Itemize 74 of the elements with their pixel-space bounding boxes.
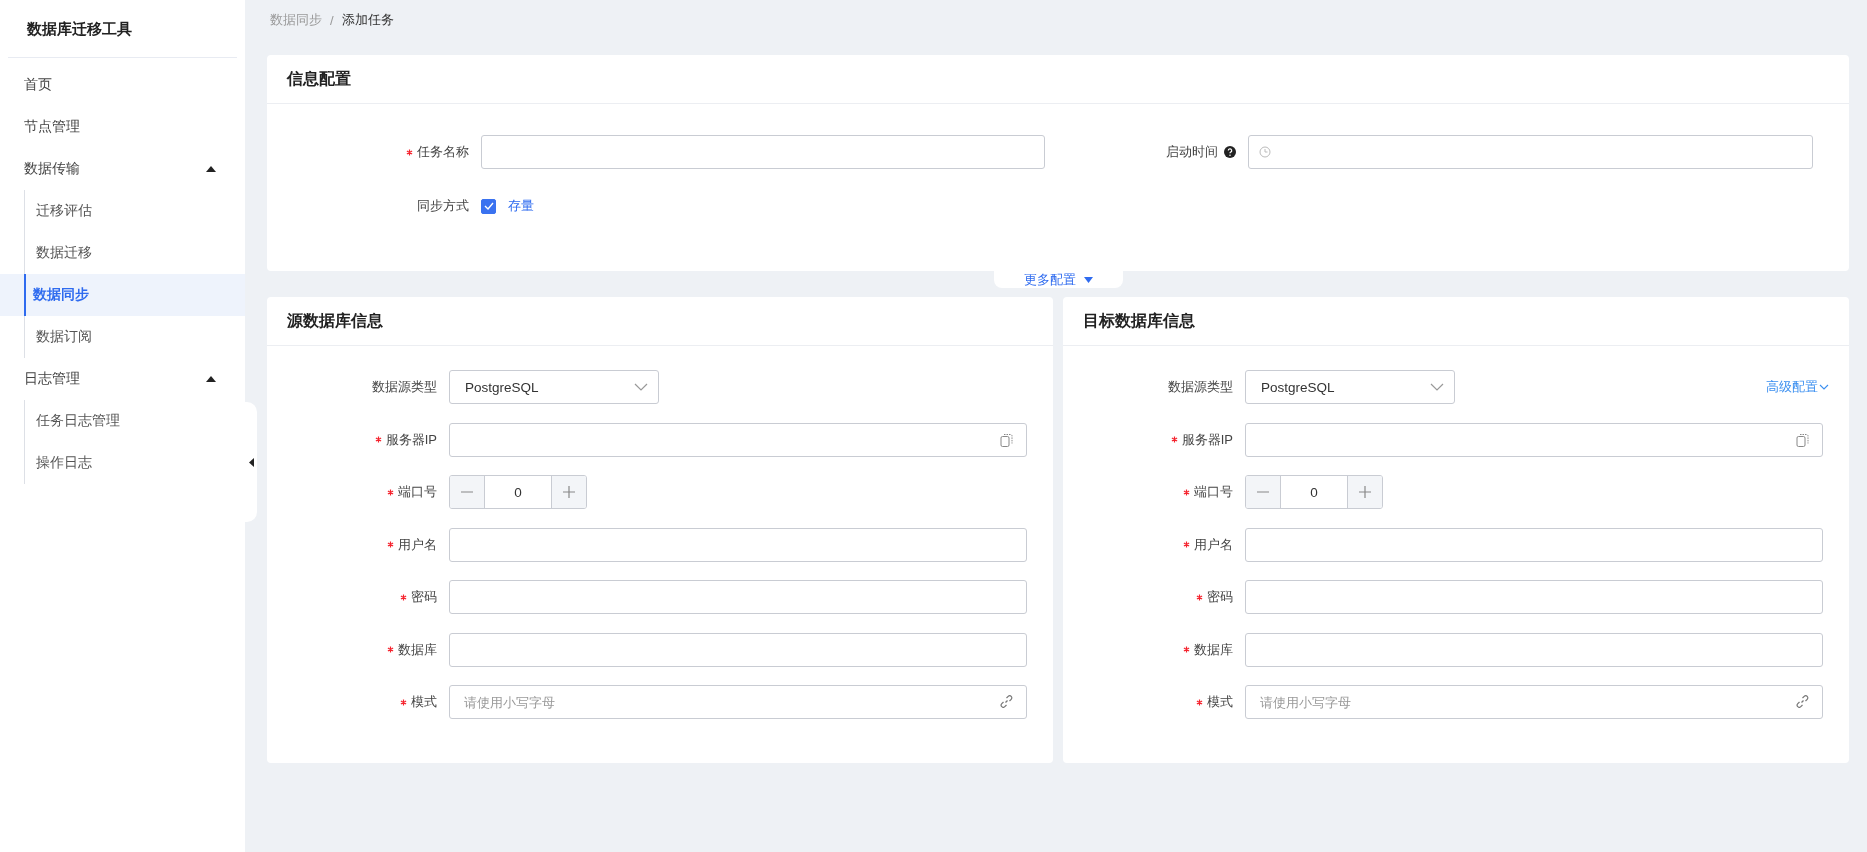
field-label: 数据库 (1194, 640, 1233, 659)
decrement-button[interactable] (450, 476, 484, 508)
menu-item[interactable]: 日志管理 (0, 358, 245, 400)
copy-icon (1000, 432, 1013, 447)
select-field[interactable]: PostgreSQL (449, 370, 659, 404)
chevron-down-icon (1819, 384, 1829, 390)
section-title: 源数据库信息 (267, 297, 1053, 346)
submenu-item[interactable]: 迁移评估 (24, 190, 245, 232)
link-icon (1796, 695, 1809, 708)
more-config-toggle[interactable]: 更多配置 (993, 271, 1123, 288)
field-label: 密码 (1207, 588, 1233, 606)
menu-item[interactable]: 首页 (0, 64, 245, 106)
submenu-item[interactable]: 数据迁移 (24, 232, 245, 274)
input-field[interactable] (449, 527, 1027, 562)
plus-icon (563, 486, 575, 498)
input-field[interactable]: 请使用小写字母 (449, 685, 1027, 719)
number-field[interactable]: 0 (484, 476, 552, 508)
input-field[interactable] (449, 422, 1027, 457)
section-title: 信息配置 (267, 55, 1849, 104)
field-label: 启动时间 (1166, 143, 1218, 161)
submenu-item[interactable]: 数据订阅 (24, 316, 245, 358)
field-label: 端口号 (1194, 483, 1233, 501)
menu-item[interactable]: 节点管理 (0, 106, 245, 148)
field-label: 模式 (411, 693, 437, 711)
help-icon (1224, 146, 1236, 158)
check-icon (483, 202, 494, 210)
number-field[interactable]: 0 (1280, 476, 1348, 508)
app-title: 数据库迁移工具 (8, 0, 237, 58)
number-stepper[interactable]: 0 (449, 475, 587, 509)
checkbox[interactable] (481, 198, 496, 214)
submenu-item[interactable]: 数据同步 (0, 274, 245, 316)
field-label: 用户名 (398, 535, 437, 554)
clock-icon (1259, 146, 1271, 158)
plus-icon (1359, 486, 1371, 498)
chevron-down-icon (634, 383, 648, 391)
input-field[interactable] (1245, 580, 1823, 614)
input-field[interactable] (1245, 422, 1823, 457)
menu-item[interactable]: 数据传输 (0, 148, 245, 190)
field-label: 数据源类型 (1168, 378, 1233, 396)
advanced-config-link[interactable]: 高级配置 (1766, 378, 1829, 396)
select-field[interactable]: PostgreSQL (1245, 370, 1455, 404)
input-field[interactable] (449, 580, 1027, 614)
submenu-item[interactable]: 任务日志管理 (24, 400, 245, 442)
field-label: 用户名 (1194, 535, 1233, 554)
caret-down-icon (1083, 276, 1093, 283)
breadcrumb-separator: / (330, 12, 334, 28)
increment-button[interactable] (552, 476, 586, 508)
input-field[interactable] (449, 632, 1027, 667)
field-label: 数据源类型 (372, 378, 437, 396)
field-label: 端口号 (398, 483, 437, 501)
input-field[interactable] (1245, 527, 1823, 562)
collapse-arrow-icon (248, 457, 254, 467)
chevron-down-icon (1430, 383, 1444, 391)
input-field[interactable] (1248, 135, 1813, 169)
input-field[interactable] (1245, 632, 1823, 667)
submenu-item[interactable]: 操作日志 (24, 442, 245, 484)
field-label: 服务器IP (1181, 430, 1233, 449)
field-label: 服务器IP (385, 430, 437, 449)
checkbox-label[interactable]: 存量 (508, 197, 534, 215)
increment-button[interactable] (1348, 476, 1382, 508)
field-label: 同步方式 (417, 197, 469, 215)
input-field[interactable]: 请使用小写字母 (1245, 685, 1823, 719)
field-label: 任务名称 (417, 143, 469, 161)
breadcrumb-current: 添加任务 (341, 11, 394, 29)
field-label: 密码 (411, 588, 437, 606)
link-icon (1000, 695, 1013, 708)
copy-icon (1796, 432, 1809, 447)
section-title: 目标数据库信息 (1063, 297, 1849, 346)
decrement-button[interactable] (1246, 476, 1280, 508)
field-label: 数据库 (398, 640, 437, 659)
collapse-handle[interactable] (245, 402, 257, 522)
field-label: 模式 (1207, 693, 1233, 711)
input-field[interactable] (481, 135, 1045, 169)
number-stepper[interactable]: 0 (1245, 475, 1383, 509)
